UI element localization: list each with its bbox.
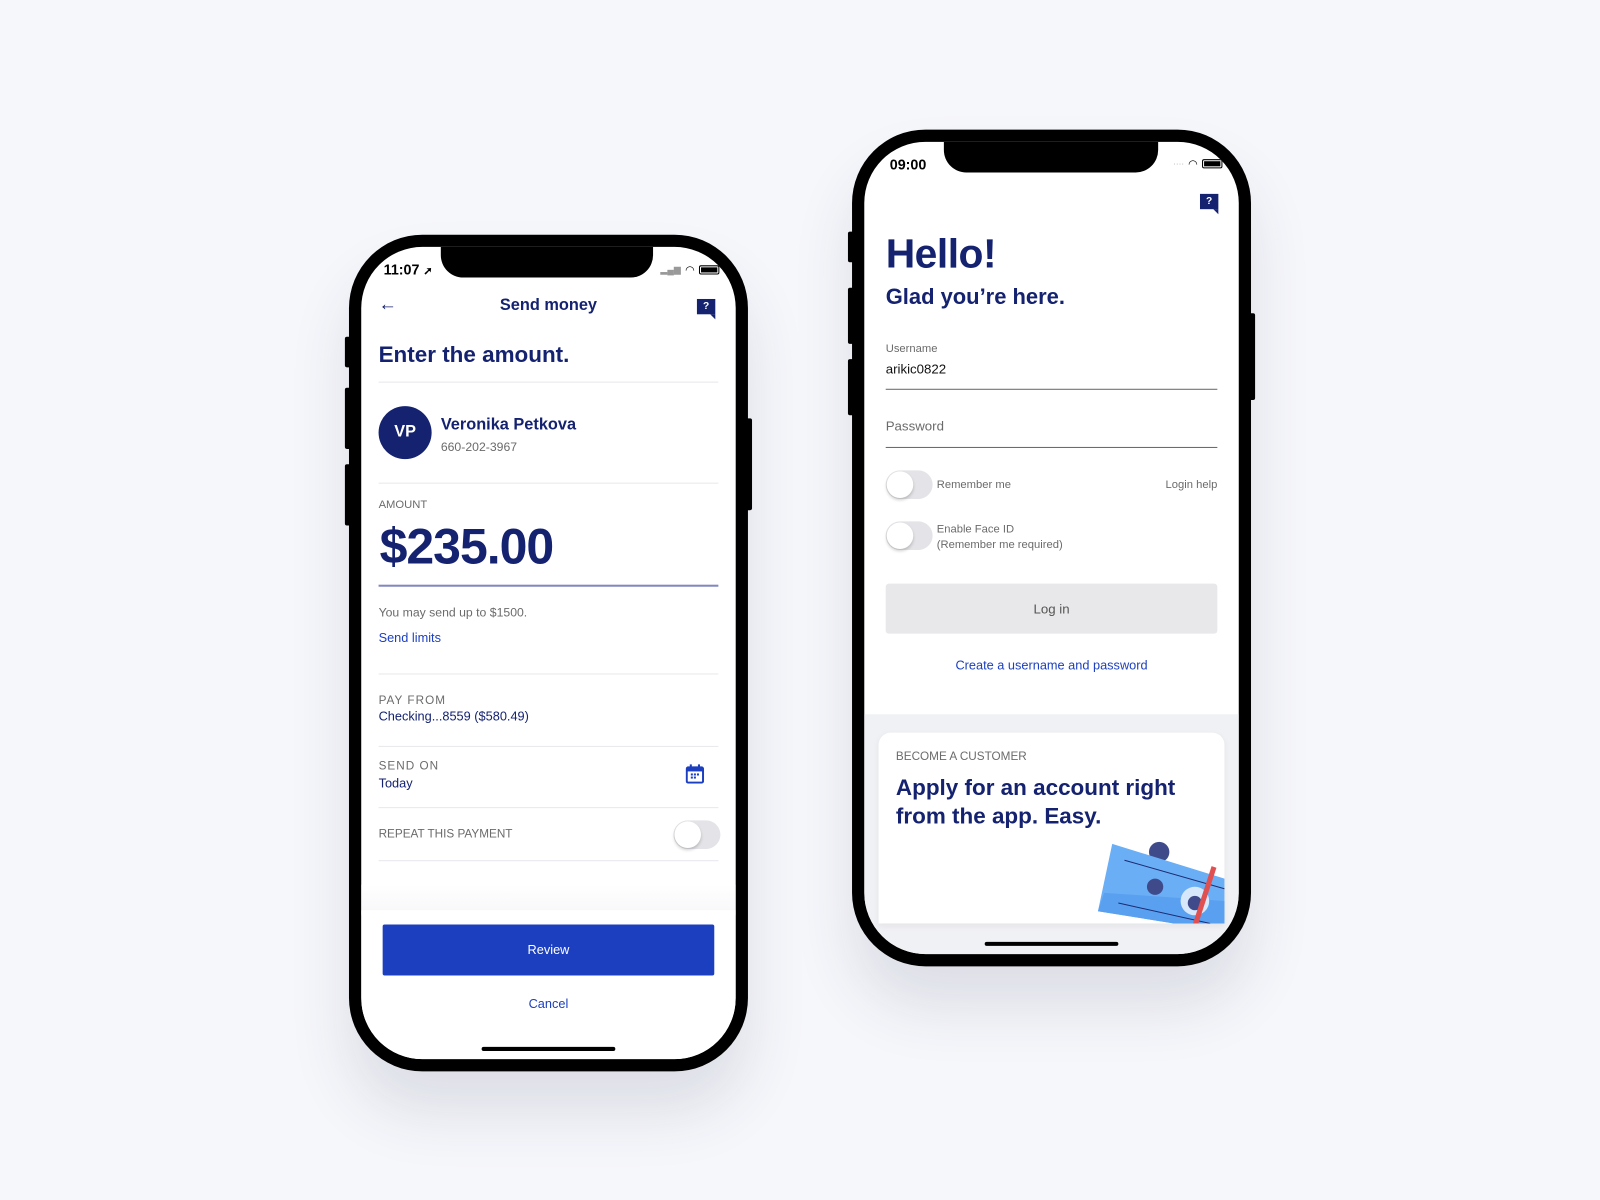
recipient-phone: 660-202-3967 (440, 439, 518, 455)
repeat-payment-toggle[interactable] (673, 820, 721, 849)
promo-headline-line2: from the app. Easy. (895, 803, 1102, 829)
avatar: VP (378, 406, 432, 460)
home-indicator[interactable] (481, 1046, 616, 1052)
login-subtitle: Glad you’re here. (885, 284, 1065, 310)
side-button (1248, 313, 1256, 400)
status-icons: ▂▄▆ ◠ (660, 263, 720, 277)
home-indicator[interactable] (984, 941, 1119, 946)
face-id-toggle[interactable] (885, 521, 933, 550)
amount-underline (378, 584, 719, 587)
divider (378, 482, 719, 484)
login-button[interactable]: Log in (885, 583, 1218, 634)
notch (943, 141, 1159, 173)
wifi-icon: ◠ (1188, 158, 1198, 171)
divider (378, 673, 719, 675)
promo-eyebrow: BECOME A CUSTOMER (895, 751, 1027, 764)
promo-headline-line1: Apply for an account right (895, 774, 1176, 800)
help-chat-icon[interactable]: ? (696, 298, 716, 320)
notch (440, 246, 654, 278)
divider (378, 745, 719, 747)
side-button (847, 359, 855, 416)
face-id-note: (Remember me required) (936, 538, 1063, 552)
help-chat-icon[interactable]: ? (1199, 193, 1219, 215)
side-button (344, 336, 352, 368)
status-icons: ···· ◠ (1173, 157, 1223, 171)
login-screen: 09:00 ···· ◠ ? Hello! Glad you’re here. … (864, 141, 1239, 955)
phone-send-money: 11:07 ➚ ▂▄▆ ◠ ← Send money ? Enter the a… (344, 234, 753, 1072)
username-underline (885, 388, 1218, 390)
send-money-screen: 11:07 ➚ ▂▄▆ ◠ ← Send money ? Enter the a… (361, 246, 736, 1060)
divider (378, 807, 719, 809)
login-help-link[interactable]: Login help (1166, 479, 1218, 491)
status-time: 09:00 (889, 156, 927, 173)
recipient-name: Veronika Petkova (440, 416, 577, 434)
signal-icon: ▂▄▆ (660, 264, 682, 275)
side-button (344, 464, 352, 526)
status-time-text: 11:07 (383, 261, 420, 278)
send-limits-link[interactable]: Send limits (379, 631, 441, 645)
username-label: Username (885, 342, 938, 356)
send-on-value: Today (378, 776, 413, 791)
login-title: Hello! (885, 231, 997, 277)
amount-label: AMOUNT (378, 498, 428, 512)
page-heading: Enter the amount. (378, 341, 570, 368)
promo-card[interactable]: BECOME A CUSTOMER Apply for an account r… (878, 732, 1225, 924)
limit-text: You may send up to $1500. (378, 605, 528, 620)
divider (378, 860, 719, 862)
side-button (745, 418, 753, 511)
money-illustration (1097, 841, 1225, 924)
side-button (344, 387, 352, 449)
side-button (847, 231, 855, 263)
signal-icon: ···· (1173, 159, 1185, 169)
side-button (847, 287, 855, 344)
cancel-link[interactable]: Cancel (361, 997, 735, 1011)
divider (378, 381, 719, 383)
calendar-icon[interactable] (685, 764, 705, 784)
phone-login: 09:00 ···· ◠ ? Hello! Glad you’re here. … (847, 129, 1256, 967)
repeat-label: REPEAT THIS PAYMENT (378, 828, 513, 841)
location-arrow-icon: ➚ (423, 265, 433, 278)
pay-from-label: PAY FROM (378, 694, 447, 708)
password-underline (885, 446, 1218, 448)
username-input[interactable]: arikic0822 (886, 361, 946, 376)
face-id-label: Enable Face ID (936, 523, 1015, 536)
review-button[interactable]: Review (382, 924, 715, 976)
password-input[interactable]: Password (886, 418, 944, 433)
header-title: Send money (499, 296, 597, 315)
remember-me-label: Remember me (936, 478, 1011, 491)
wifi-icon: ◠ (685, 264, 695, 277)
send-on-label: SEND ON (378, 760, 440, 773)
status-time: 11:07 ➚ (384, 261, 433, 277)
amount-input[interactable]: $235.00 (380, 518, 555, 575)
create-account-link[interactable]: Create a username and password (864, 658, 1238, 672)
battery-icon (698, 265, 720, 275)
battery-icon (1202, 159, 1223, 169)
pay-from-value: Checking...8559 ($580.49) (378, 709, 529, 724)
remember-me-toggle[interactable] (885, 470, 933, 499)
